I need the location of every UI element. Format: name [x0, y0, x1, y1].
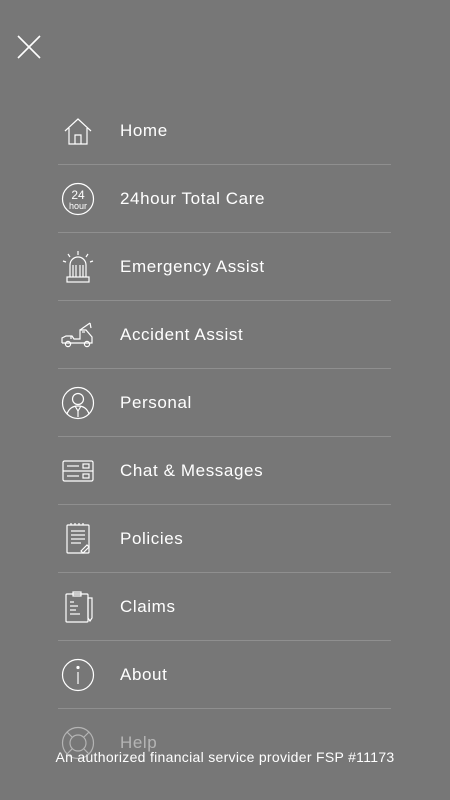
icon-hour-text: hour: [69, 201, 87, 211]
menu-item-personal[interactable]: Personal: [58, 369, 391, 437]
menu-item-label: About: [120, 664, 168, 684]
footer-disclaimer: An authorized financial service provider…: [55, 749, 395, 765]
menu-item-about[interactable]: About: [58, 641, 391, 709]
menu-item-home[interactable]: Home: [58, 97, 391, 165]
menu-item-24hour-total-care[interactable]: 24 hour 24hour Total Care: [58, 165, 391, 233]
menu-item-label: Policies: [120, 528, 184, 548]
menu-item-help[interactable]: Help: [58, 709, 391, 776]
messages-icon: [60, 453, 96, 489]
menu-item-accident-assist[interactable]: Accident Assist: [58, 301, 391, 369]
menu-item-claims[interactable]: Claims: [58, 573, 391, 641]
menu-item-label: Claims: [120, 596, 176, 616]
menu-item-label: Chat & Messages: [120, 460, 264, 480]
person-icon: [60, 385, 96, 421]
menu-item-policies[interactable]: Policies: [58, 505, 391, 573]
close-icon: [17, 35, 41, 59]
menu-item-label: Personal: [120, 392, 192, 412]
menu-item-emergency-assist[interactable]: Emergency Assist: [58, 233, 391, 301]
close-button[interactable]: [14, 32, 44, 62]
policy-document-icon: [60, 521, 96, 557]
menu-item-label: 24hour Total Care: [120, 188, 266, 208]
menu-item-label: Accident Assist: [120, 324, 244, 344]
menu-item-label: Home: [120, 120, 168, 140]
navigation-drawer: Home 24 hour 24hour Total Care Emergency…: [0, 0, 450, 800]
info-icon: [60, 657, 96, 693]
menu-item-label: Emergency Assist: [120, 256, 265, 276]
siren-icon: [60, 249, 96, 285]
icon-24-text: 24: [71, 188, 85, 202]
main-menu: Home 24 hour 24hour Total Care Emergency…: [58, 97, 391, 776]
24hour-icon: 24 hour: [60, 181, 96, 217]
tow-truck-icon: [60, 317, 96, 353]
home-icon: [60, 113, 96, 149]
menu-item-chat-messages[interactable]: Chat & Messages: [58, 437, 391, 505]
clipboard-icon: [60, 589, 96, 625]
